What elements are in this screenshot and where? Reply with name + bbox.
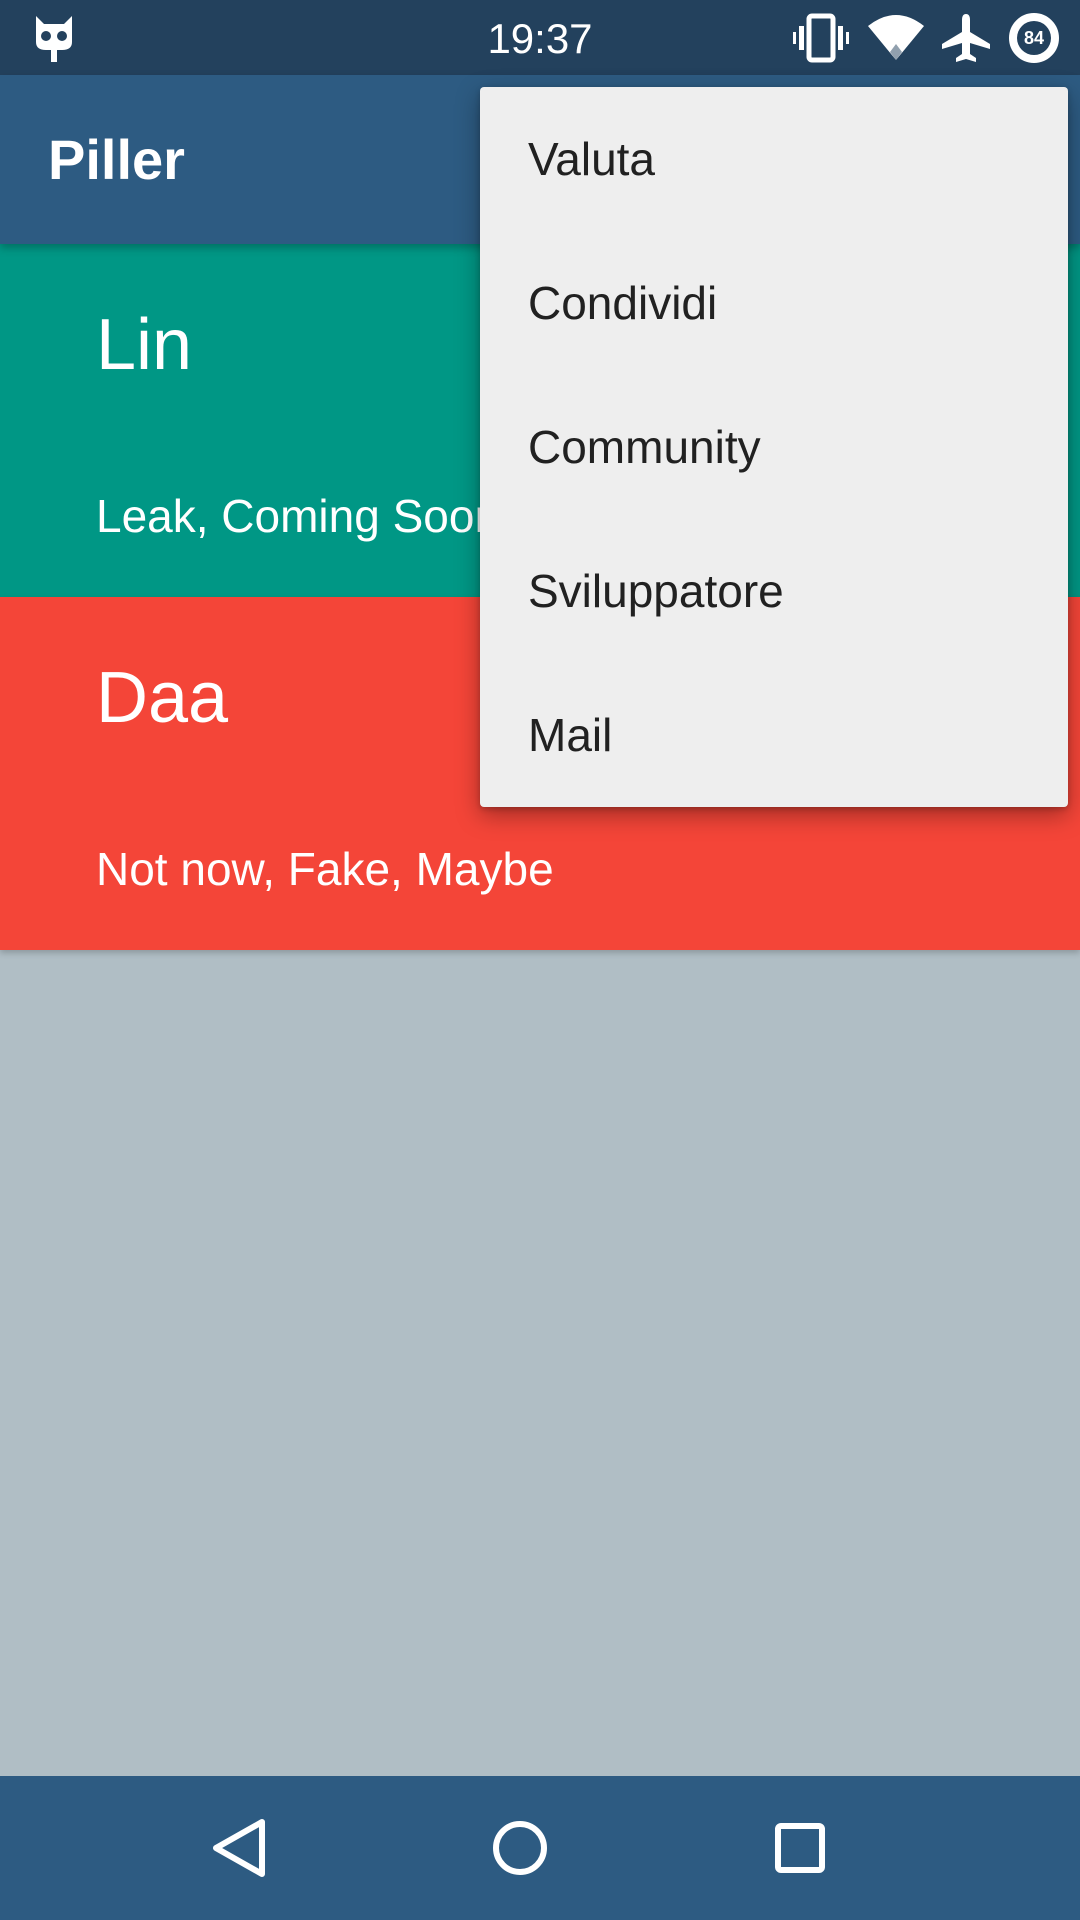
navigation-bar [0, 1776, 1080, 1920]
card-title: Lin [96, 305, 193, 385]
card-subtitle: Leak, Coming Soon [96, 490, 501, 542]
battery-level: 84 [1017, 21, 1051, 55]
status-bar: 19:37 84 [0, 0, 1080, 75]
app-title: Piller [48, 128, 185, 191]
recents-icon[interactable] [750, 1798, 850, 1898]
vibrate-icon [793, 13, 849, 63]
overflow-menu: Valuta Condividi Community Sviluppatore … [480, 87, 1068, 807]
wifi-icon [868, 15, 924, 60]
menu-item-community[interactable]: Community [480, 375, 1068, 519]
airplane-mode-icon [942, 14, 990, 62]
menu-item-mail[interactable]: Mail [480, 663, 1068, 807]
screen: 19:37 84 Piller Lin Leak, Coming Soon Da… [0, 0, 1080, 1920]
card-subtitle: Not now, Fake, Maybe [96, 843, 554, 895]
battery-icon: 84 [1009, 13, 1059, 63]
menu-item-sviluppatore[interactable]: Sviluppatore [480, 519, 1068, 663]
back-icon[interactable] [190, 1798, 290, 1898]
card-title: Daa [96, 658, 229, 738]
home-icon[interactable] [470, 1798, 570, 1898]
menu-item-valuta[interactable]: Valuta [480, 87, 1068, 231]
menu-item-condividi[interactable]: Condividi [480, 231, 1068, 375]
